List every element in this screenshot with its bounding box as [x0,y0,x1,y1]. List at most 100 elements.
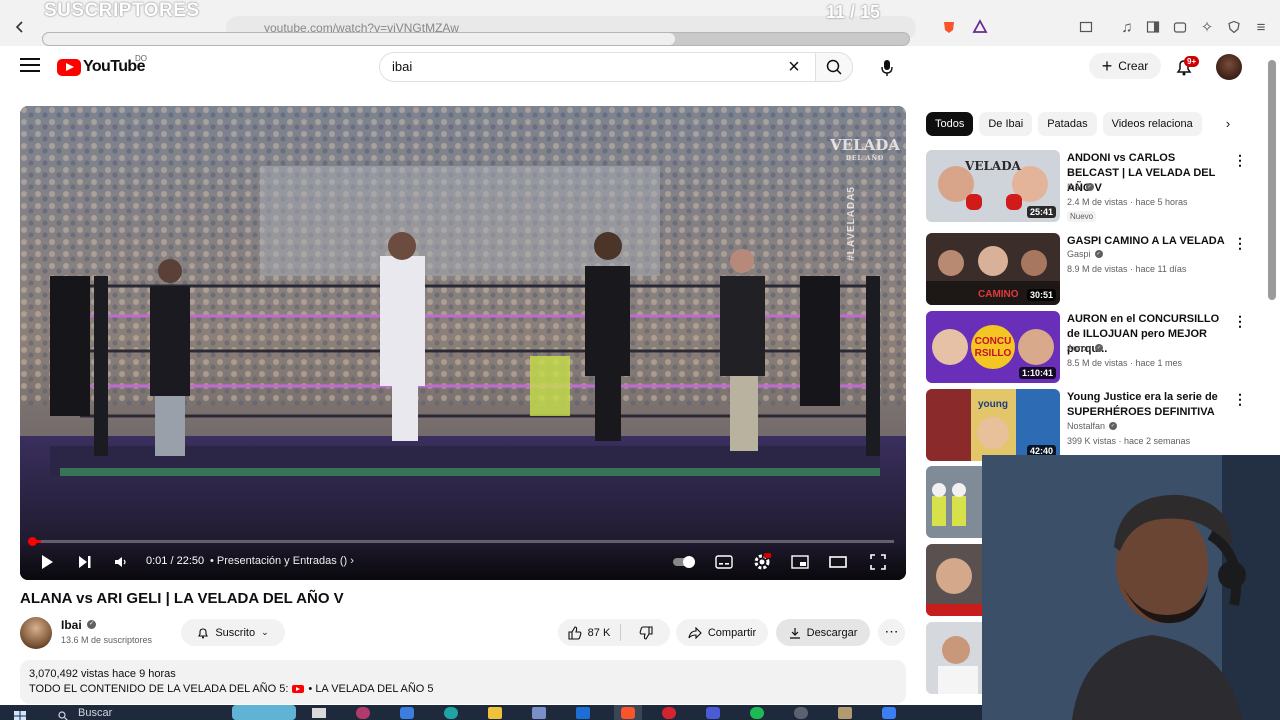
youtube-header: YouTube DO ibai × + Crear 9+ [0,46,1280,88]
app-icon[interactable] [794,707,808,719]
autoplay-toggle[interactable] [672,552,698,572]
video-duration: 30:51 [1026,289,1056,301]
svg-text:RSILLO: RSILLO [975,348,1012,359]
file-explorer-icon[interactable] [488,707,502,719]
tab-search-icon[interactable] [1074,15,1098,39]
play-icon[interactable] [38,552,56,572]
video-thumbnail[interactable] [926,544,982,616]
app-icon[interactable] [400,707,414,719]
hamburger-menu-icon[interactable] [18,55,42,79]
app-icon[interactable] [356,707,370,719]
app-icon[interactable] [532,707,546,719]
video-player[interactable]: VELADA DEL AÑO #LAVELADA5 0:01 / 22:50 • … [20,106,906,580]
related-filter-chips: Todos De Ibai Patadas Videos relaciona [926,112,1246,138]
recommendation-channel[interactable]: Gaspi ✓ [1067,249,1103,259]
recommendation-stats: 8.5 M de vistas · hace 1 mes [1067,358,1183,368]
back-arrow-icon[interactable] [8,15,32,39]
chapter-label[interactable]: • Presentación y Entradas () › [210,555,354,567]
windows-start-icon[interactable] [14,708,26,720]
subscriber-count: 13.6 M de suscriptores [61,635,153,645]
brave-lion-icon[interactable] [937,15,961,39]
vpn-shield-icon[interactable] [1222,15,1246,39]
chip-videos-relacionados[interactable]: Videos relaciona [1102,112,1202,136]
recommendation-channel[interactable]: Ibai ✓ [1067,182,1094,192]
miniplayer-icon[interactable] [790,552,810,572]
clear-search-icon[interactable]: × [783,57,805,79]
opera-icon[interactable] [662,707,676,719]
outlook-icon[interactable] [576,707,590,719]
edge-browser-icon[interactable] [444,707,458,719]
description-box[interactable]: 3,070,492 vistas hace 9 horas TODO EL CO… [20,660,906,704]
recommendation-channel[interactable]: Auron ✓ [1067,343,1104,353]
spotify-icon[interactable] [750,707,764,719]
video-thumbnail[interactable] [926,466,982,538]
svg-text:CONCU: CONCU [975,336,1012,347]
microphone-icon [881,60,893,76]
recommendation-title[interactable]: GASPI CAMINO A LA VELADA [1067,234,1227,249]
user-avatar[interactable] [1216,54,1242,80]
sidebar-icon[interactable] [1141,15,1165,39]
taskbar-search-label[interactable]: Buscar [78,707,112,719]
theater-mode-icon[interactable] [828,552,848,572]
more-vert-icon[interactable]: ⋮ [1233,152,1247,172]
recommendation-item[interactable]: young 42:40 Young Justice era la serie d… [926,389,1256,461]
app-icon[interactable] [838,707,852,719]
video-time: 0:01 / 22:50 [146,555,205,567]
chevron-right-icon[interactable]: › [1220,116,1236,132]
settings-gear-icon[interactable] [752,552,772,572]
voice-search-button[interactable] [871,52,903,84]
playlist-link[interactable]: • LA VELADA DEL AÑO 5 [308,683,433,695]
svg-text:CAMINO: CAMINO [978,289,1019,300]
video-duration: 25:41 [1026,206,1056,218]
chip-de-ibai[interactable]: De Ibai [979,112,1033,136]
more-vert-icon[interactable]: ⋮ [1233,391,1247,411]
fullscreen-icon[interactable] [868,552,888,572]
chip-todos[interactable]: Todos [926,112,974,136]
recommendation-item[interactable]: CONCU RSILLO 1:10:41 AURON en el CONCURSI… [926,311,1256,383]
video-thumbnail[interactable]: VELADA 25:41 [926,150,1060,222]
video-thumbnail[interactable]: young 42:40 [926,389,1060,461]
video-progress-bar[interactable] [32,540,894,543]
search-input[interactable]: ibai [379,52,815,82]
video-thumbnail[interactable]: CAMINO 30:51 [926,233,1060,305]
leo-ai-icon[interactable]: ✧ [1195,15,1219,39]
more-actions-icon[interactable]: ⋯ [878,619,905,646]
music-icon[interactable]: ♫ [1115,15,1139,39]
app-icon[interactable] [706,707,720,719]
brave-rewards-icon[interactable] [968,15,992,39]
app-icon[interactable] [882,707,896,719]
browser-menu-icon[interactable]: ≡ [1249,15,1273,39]
subscribed-button[interactable]: Suscrito ⌄ [181,619,285,646]
more-vert-icon[interactable]: ⋮ [1233,235,1247,255]
youtube-logo[interactable]: YouTube [57,58,145,76]
create-label: Crear [1118,59,1149,73]
description-text: TODO EL CONTENIDO DE LA VELADA DEL AÑO 5… [29,683,289,695]
download-button[interactable]: Descargar [776,619,870,646]
wallet-icon[interactable] [1168,15,1192,39]
search-button[interactable] [815,52,853,82]
share-button[interactable]: Compartir [676,619,768,646]
brave-taskbar-icon[interactable] [614,705,642,720]
video-thumbnail[interactable] [926,622,982,694]
dislike-button[interactable] [621,619,670,646]
taskbar-widget-icon[interactable] [232,705,296,720]
page-scrollbar[interactable] [1268,60,1276,300]
subtitles-icon[interactable] [714,552,734,572]
task-view-icon[interactable] [312,708,326,718]
create-button[interactable]: + Crear [1089,53,1161,79]
video-scrubber[interactable] [28,537,37,546]
channel-avatar[interactable] [20,617,52,649]
taskbar-search-icon[interactable] [58,708,68,720]
recommendation-channel[interactable]: Nostalfan ✓ [1067,421,1118,431]
next-video-icon[interactable] [76,552,94,572]
channel-name[interactable]: Ibai [61,618,82,632]
recommendation-title[interactable]: Young Justice era la serie de SUPERHÉROE… [1067,390,1227,420]
volume-icon[interactable] [112,552,130,572]
share-label: Compartir [707,626,757,639]
more-vert-icon[interactable]: ⋮ [1233,313,1247,333]
recommendation-item[interactable]: CAMINO 30:51 GASPI CAMINO A LA VELADA Ga… [926,233,1256,305]
recommendation-item[interactable]: VELADA 25:41 ANDONI vs CARLOS BELCAST | … [926,150,1256,222]
video-thumbnail[interactable]: CONCU RSILLO 1:10:41 [926,311,1060,383]
chip-patadas[interactable]: Patadas [1038,112,1097,136]
like-button[interactable]: 87 K [558,619,620,646]
